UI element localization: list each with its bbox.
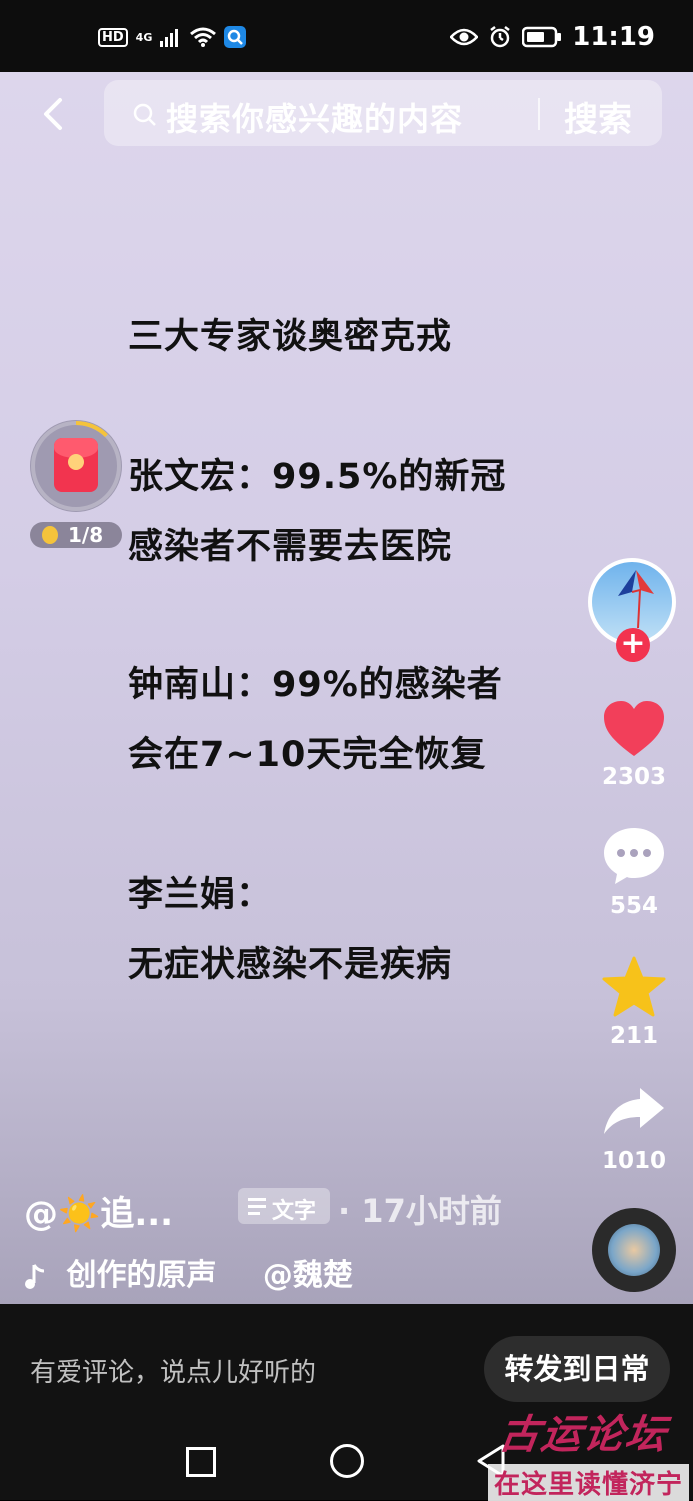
- watermark-slogan: 在这里读懂济宁: [488, 1464, 690, 1501]
- chevron-left-icon: [44, 98, 62, 130]
- music-cover-image: [608, 1224, 660, 1276]
- follow-button[interactable]: +: [616, 628, 650, 662]
- signal-icon: [160, 29, 179, 47]
- red-packet-progress-label: 1/8: [68, 523, 104, 547]
- status-right: 11:19: [450, 22, 655, 52]
- share-count: 1010: [601, 1148, 666, 1174]
- like-heart-icon[interactable]: [602, 700, 666, 758]
- video-text-line: 无症状感染不是疾病: [128, 945, 453, 985]
- search-icon: [133, 103, 156, 126]
- red-packet-widget[interactable]: [30, 420, 122, 512]
- eye-icon: [450, 28, 479, 46]
- list-icon: [248, 1198, 266, 1219]
- favorite-star-icon[interactable]: [602, 956, 666, 1018]
- music-author: @魏楚: [262, 1258, 353, 1293]
- wifi-icon: [190, 27, 217, 47]
- video-text-line: 李兰娟：: [128, 875, 273, 915]
- video-text-line: 钟南山：99%的感染者: [128, 665, 503, 705]
- music-title: 创作的原声: [66, 1258, 217, 1293]
- nav-square-icon[interactable]: [186, 1447, 216, 1477]
- comment-input[interactable]: 有爱评论，说点儿好听的: [30, 1352, 316, 1389]
- like-count: 2303: [601, 764, 666, 790]
- tag-label: 文字: [272, 1199, 317, 1224]
- author-username[interactable]: @☀️追...: [24, 1186, 173, 1235]
- red-envelope-icon: [54, 438, 98, 492]
- share-arrow-icon[interactable]: [602, 1086, 666, 1136]
- watermark-logo: 古运论坛: [496, 1412, 671, 1458]
- network-type-label: 4G: [135, 30, 153, 44]
- search-divider: [538, 98, 540, 130]
- music-info[interactable]: 创作的原声 @魏楚: [22, 1250, 353, 1294]
- music-disc[interactable]: [592, 1208, 676, 1292]
- video-text-line: 会在7~10天完全恢复: [128, 735, 487, 775]
- clock: 11:19: [572, 22, 655, 52]
- search-app-icon: [224, 26, 247, 48]
- video-title: 三大专家谈奥密克戎: [128, 317, 453, 357]
- search-input[interactable]: 搜索你感兴趣的内容: [166, 94, 463, 140]
- back-button[interactable]: [36, 96, 76, 136]
- text-tag-badge[interactable]: 文字: [238, 1188, 330, 1224]
- search-button[interactable]: 搜索: [564, 92, 632, 141]
- favorite-count: 211: [609, 1023, 658, 1049]
- status-left: HD 4G: [98, 26, 247, 48]
- alarm-icon: [490, 26, 510, 48]
- battery-icon: [522, 26, 562, 48]
- music-note-icon: [25, 1263, 45, 1289]
- post-time: · 17小时前: [338, 1192, 502, 1230]
- video-text-line: 张文宏：99.5%的新冠: [128, 457, 507, 497]
- red-packet-progress: 1/8: [30, 522, 122, 548]
- search-bar[interactable]: 搜索你感兴趣的内容 搜索: [104, 80, 662, 146]
- comment-bubble-icon[interactable]: [602, 826, 666, 886]
- forward-to-daily-button[interactable]: 转发到日常: [484, 1336, 670, 1402]
- hd-badge: HD: [98, 27, 128, 47]
- nav-home-icon[interactable]: [330, 1444, 364, 1478]
- coin-icon: [42, 526, 58, 544]
- video-text-line: 感染者不需要去医院: [128, 527, 453, 567]
- status-bar: HD 4G 11:19: [0, 0, 693, 72]
- comment-count: 554: [609, 893, 658, 919]
